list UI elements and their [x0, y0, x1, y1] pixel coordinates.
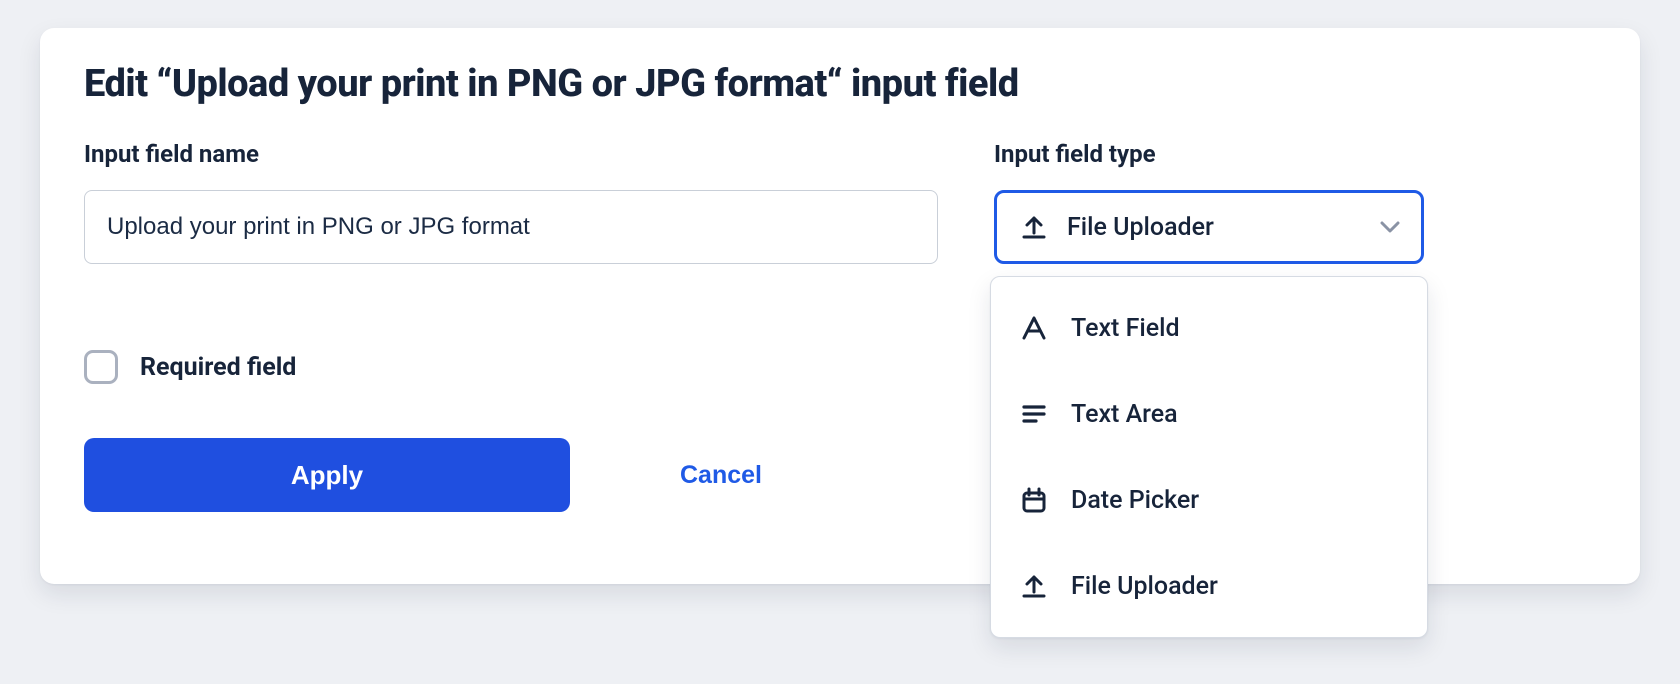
menu-option-label: Date Picker	[1071, 486, 1199, 515]
edit-input-field-modal: Edit “Upload your print in PNG or JPG fo…	[40, 28, 1640, 584]
menu-option-text-area[interactable]: Text Area	[991, 371, 1427, 457]
calendar-icon	[1019, 486, 1049, 514]
menu-option-date-picker[interactable]: Date Picker	[991, 457, 1427, 543]
menu-option-text-field[interactable]: Text Field	[991, 285, 1427, 371]
menu-option-label: Text Field	[1071, 314, 1180, 343]
input-name-label: Input field name	[84, 140, 938, 168]
input-type-selected-label: File Uploader	[1067, 213, 1359, 242]
text-a-icon	[1019, 314, 1049, 342]
required-checkbox[interactable]	[84, 350, 118, 384]
chevron-down-icon	[1377, 214, 1403, 240]
input-type-menu: Text Field Text Area Date Picker	[990, 276, 1428, 638]
modal-title: Edit “Upload your print in PNG or JPG fo…	[84, 62, 1596, 106]
menu-option-label: File Uploader	[1071, 572, 1218, 601]
required-label: Required field	[140, 353, 296, 382]
cancel-button[interactable]: Cancel	[610, 461, 832, 490]
input-name-field[interactable]	[84, 190, 938, 264]
upload-icon	[1019, 213, 1049, 241]
menu-option-label: Text Area	[1071, 400, 1178, 429]
text-lines-icon	[1019, 400, 1049, 428]
input-type-label: Input field type	[994, 140, 1424, 168]
menu-option-file-uploader[interactable]: File Uploader	[991, 543, 1427, 629]
input-type-select[interactable]: File Uploader	[994, 190, 1424, 264]
upload-icon	[1019, 572, 1049, 600]
apply-button[interactable]: Apply	[84, 438, 570, 512]
